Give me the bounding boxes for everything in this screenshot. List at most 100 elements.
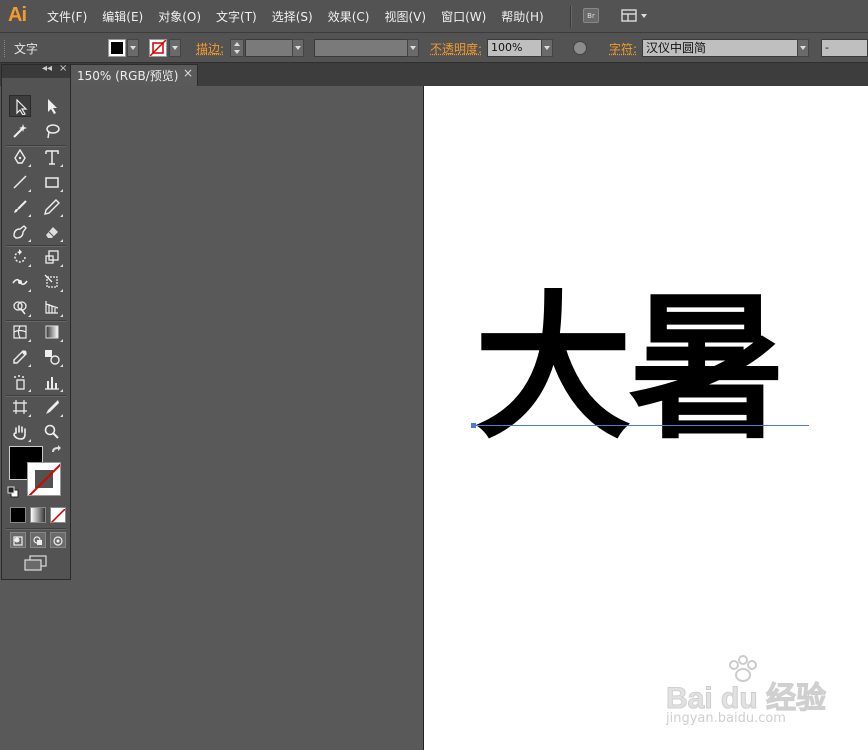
stroke-swatch[interactable]	[149, 39, 167, 57]
pencil-icon	[44, 199, 60, 215]
bridge-button[interactable]: Br	[583, 8, 599, 23]
none-stroke-slash-icon	[28, 463, 60, 495]
tool-separator	[6, 528, 66, 530]
menu-edit[interactable]: 编辑(E)	[102, 8, 143, 25]
artboard-icon	[13, 400, 27, 414]
none-mode-button[interactable]	[50, 507, 66, 523]
eraser-tool[interactable]	[41, 221, 63, 243]
swap-fill-stroke-icon[interactable]	[50, 445, 64, 457]
screen-mode-icon[interactable]	[24, 555, 48, 571]
mesh-icon	[13, 325, 27, 339]
font-family-dropdown[interactable]	[797, 39, 809, 57]
slice-tool[interactable]	[41, 396, 63, 418]
menu-file[interactable]: 文件(F)	[47, 8, 87, 25]
stroke-dropdown-arrow[interactable]	[169, 39, 181, 57]
character-label[interactable]: 字符:	[609, 40, 637, 57]
pen-tool[interactable]	[9, 146, 31, 168]
stroke-label[interactable]: 描边:	[196, 40, 224, 57]
watermark: Bai du 经验 jingyan.baidu.com	[666, 655, 827, 730]
direct-selection-arrow-icon	[48, 99, 57, 114]
stroke-color-box[interactable]	[27, 462, 61, 496]
blend-tool[interactable]	[41, 346, 63, 368]
collapse-panel-icon[interactable]: ◂◂	[42, 63, 52, 74]
opacity-field[interactable]: 100%	[487, 39, 542, 57]
perspective-grid-icon	[45, 301, 59, 314]
default-fill-stroke-icon[interactable]	[7, 486, 19, 498]
column-graph-tool[interactable]	[41, 371, 63, 393]
selection-type-label: 文字	[14, 42, 39, 56]
stroke-weight-stepper[interactable]	[230, 39, 244, 57]
variable-width-dropdown[interactable]	[407, 39, 419, 57]
draw-behind-icon	[33, 536, 42, 545]
tools-panel-header[interactable]: ◂◂ ×	[2, 63, 70, 78]
menu-effect[interactable]: 效果(C)	[328, 8, 370, 25]
fill-swatch[interactable]	[108, 39, 126, 57]
blend-icon	[45, 350, 60, 365]
perspective-grid-tool[interactable]	[41, 296, 63, 318]
control-bar-grip[interactable]	[4, 40, 7, 57]
lasso-icon	[46, 124, 60, 139]
stroke-weight-field[interactable]	[245, 39, 293, 57]
menu-help[interactable]: 帮助(H)	[501, 8, 543, 25]
line-segment-tool[interactable]	[9, 171, 31, 193]
magic-wand-tool[interactable]	[9, 120, 31, 142]
gradient-tool[interactable]	[41, 321, 63, 343]
recolor-artwork-icon[interactable]	[573, 41, 587, 55]
stroke-weight-dropdown[interactable]	[292, 39, 304, 57]
fill-dropdown-arrow[interactable]	[127, 39, 139, 57]
watermark-site: jingyan.baidu.com	[666, 711, 786, 726]
draw-inside-button[interactable]	[50, 532, 66, 548]
magic-wand-icon	[13, 124, 27, 138]
width-tool[interactable]	[9, 271, 31, 293]
draw-normal-icon	[13, 536, 23, 546]
text-anchor-point[interactable]	[471, 423, 476, 428]
variable-width-profile-field[interactable]	[314, 39, 408, 57]
type-tool[interactable]	[41, 146, 63, 168]
zoom-magnifier-icon	[44, 424, 59, 439]
draw-normal-button[interactable]	[10, 532, 26, 548]
opacity-dropdown[interactable]	[541, 39, 553, 57]
lasso-tool[interactable]	[41, 120, 63, 142]
hand-icon	[13, 425, 26, 440]
artboard-tool[interactable]	[9, 396, 31, 418]
workspace-switcher-button[interactable]	[620, 8, 650, 24]
blob-brush-tool[interactable]	[9, 221, 31, 243]
shape-builder-icon	[13, 301, 27, 315]
close-tab-icon[interactable]: ×	[183, 66, 193, 80]
menu-object[interactable]: 对象(O)	[158, 8, 201, 25]
eyedropper-tool[interactable]	[9, 346, 31, 368]
hand-tool[interactable]	[9, 421, 31, 443]
workspace-layout-icon	[621, 9, 647, 22]
mesh-tool[interactable]	[9, 321, 31, 343]
slice-knife-icon	[46, 400, 59, 414]
menu-type[interactable]: 文字(T)	[216, 8, 257, 25]
gradient-icon	[45, 325, 59, 339]
main-menu: 文件(F) 编辑(E) 对象(O) 文字(T) 选择(S) 效果(C) 视图(V…	[47, 0, 559, 32]
type-t-icon	[45, 150, 59, 165]
menu-view[interactable]: 视图(V)	[384, 8, 426, 25]
font-style-field[interactable]: -	[821, 39, 868, 57]
free-transform-tool[interactable]	[41, 271, 63, 293]
selection-tool[interactable]	[9, 95, 31, 117]
direct-selection-tool[interactable]	[41, 95, 63, 117]
rotate-tool[interactable]	[9, 246, 31, 268]
rectangle-icon	[45, 177, 59, 188]
scale-tool[interactable]	[41, 246, 63, 268]
zoom-tool[interactable]	[41, 421, 63, 443]
shape-builder-tool[interactable]	[9, 296, 31, 318]
menu-bar: Ai 文件(F) 编辑(E) 对象(O) 文字(T) 选择(S) 效果(C) 视…	[0, 0, 868, 33]
pencil-tool[interactable]	[41, 196, 63, 218]
color-mode-button[interactable]	[10, 507, 26, 523]
menu-select[interactable]: 选择(S)	[272, 8, 313, 25]
close-panel-icon[interactable]: ×	[59, 63, 67, 74]
document-tab[interactable]: 150% (RGB/预览)	[70, 64, 198, 86]
paintbrush-tool[interactable]	[9, 196, 31, 218]
rectangle-tool[interactable]	[41, 171, 63, 193]
selection-arrow-icon	[16, 99, 28, 115]
symbol-sprayer-tool[interactable]	[9, 371, 31, 393]
font-family-field[interactable]: 汉仪中圆简	[642, 39, 798, 57]
menu-window[interactable]: 窗口(W)	[441, 8, 486, 25]
opacity-label[interactable]: 不透明度:	[430, 40, 482, 57]
draw-behind-button[interactable]	[30, 532, 46, 548]
gradient-mode-button[interactable]	[30, 507, 46, 523]
